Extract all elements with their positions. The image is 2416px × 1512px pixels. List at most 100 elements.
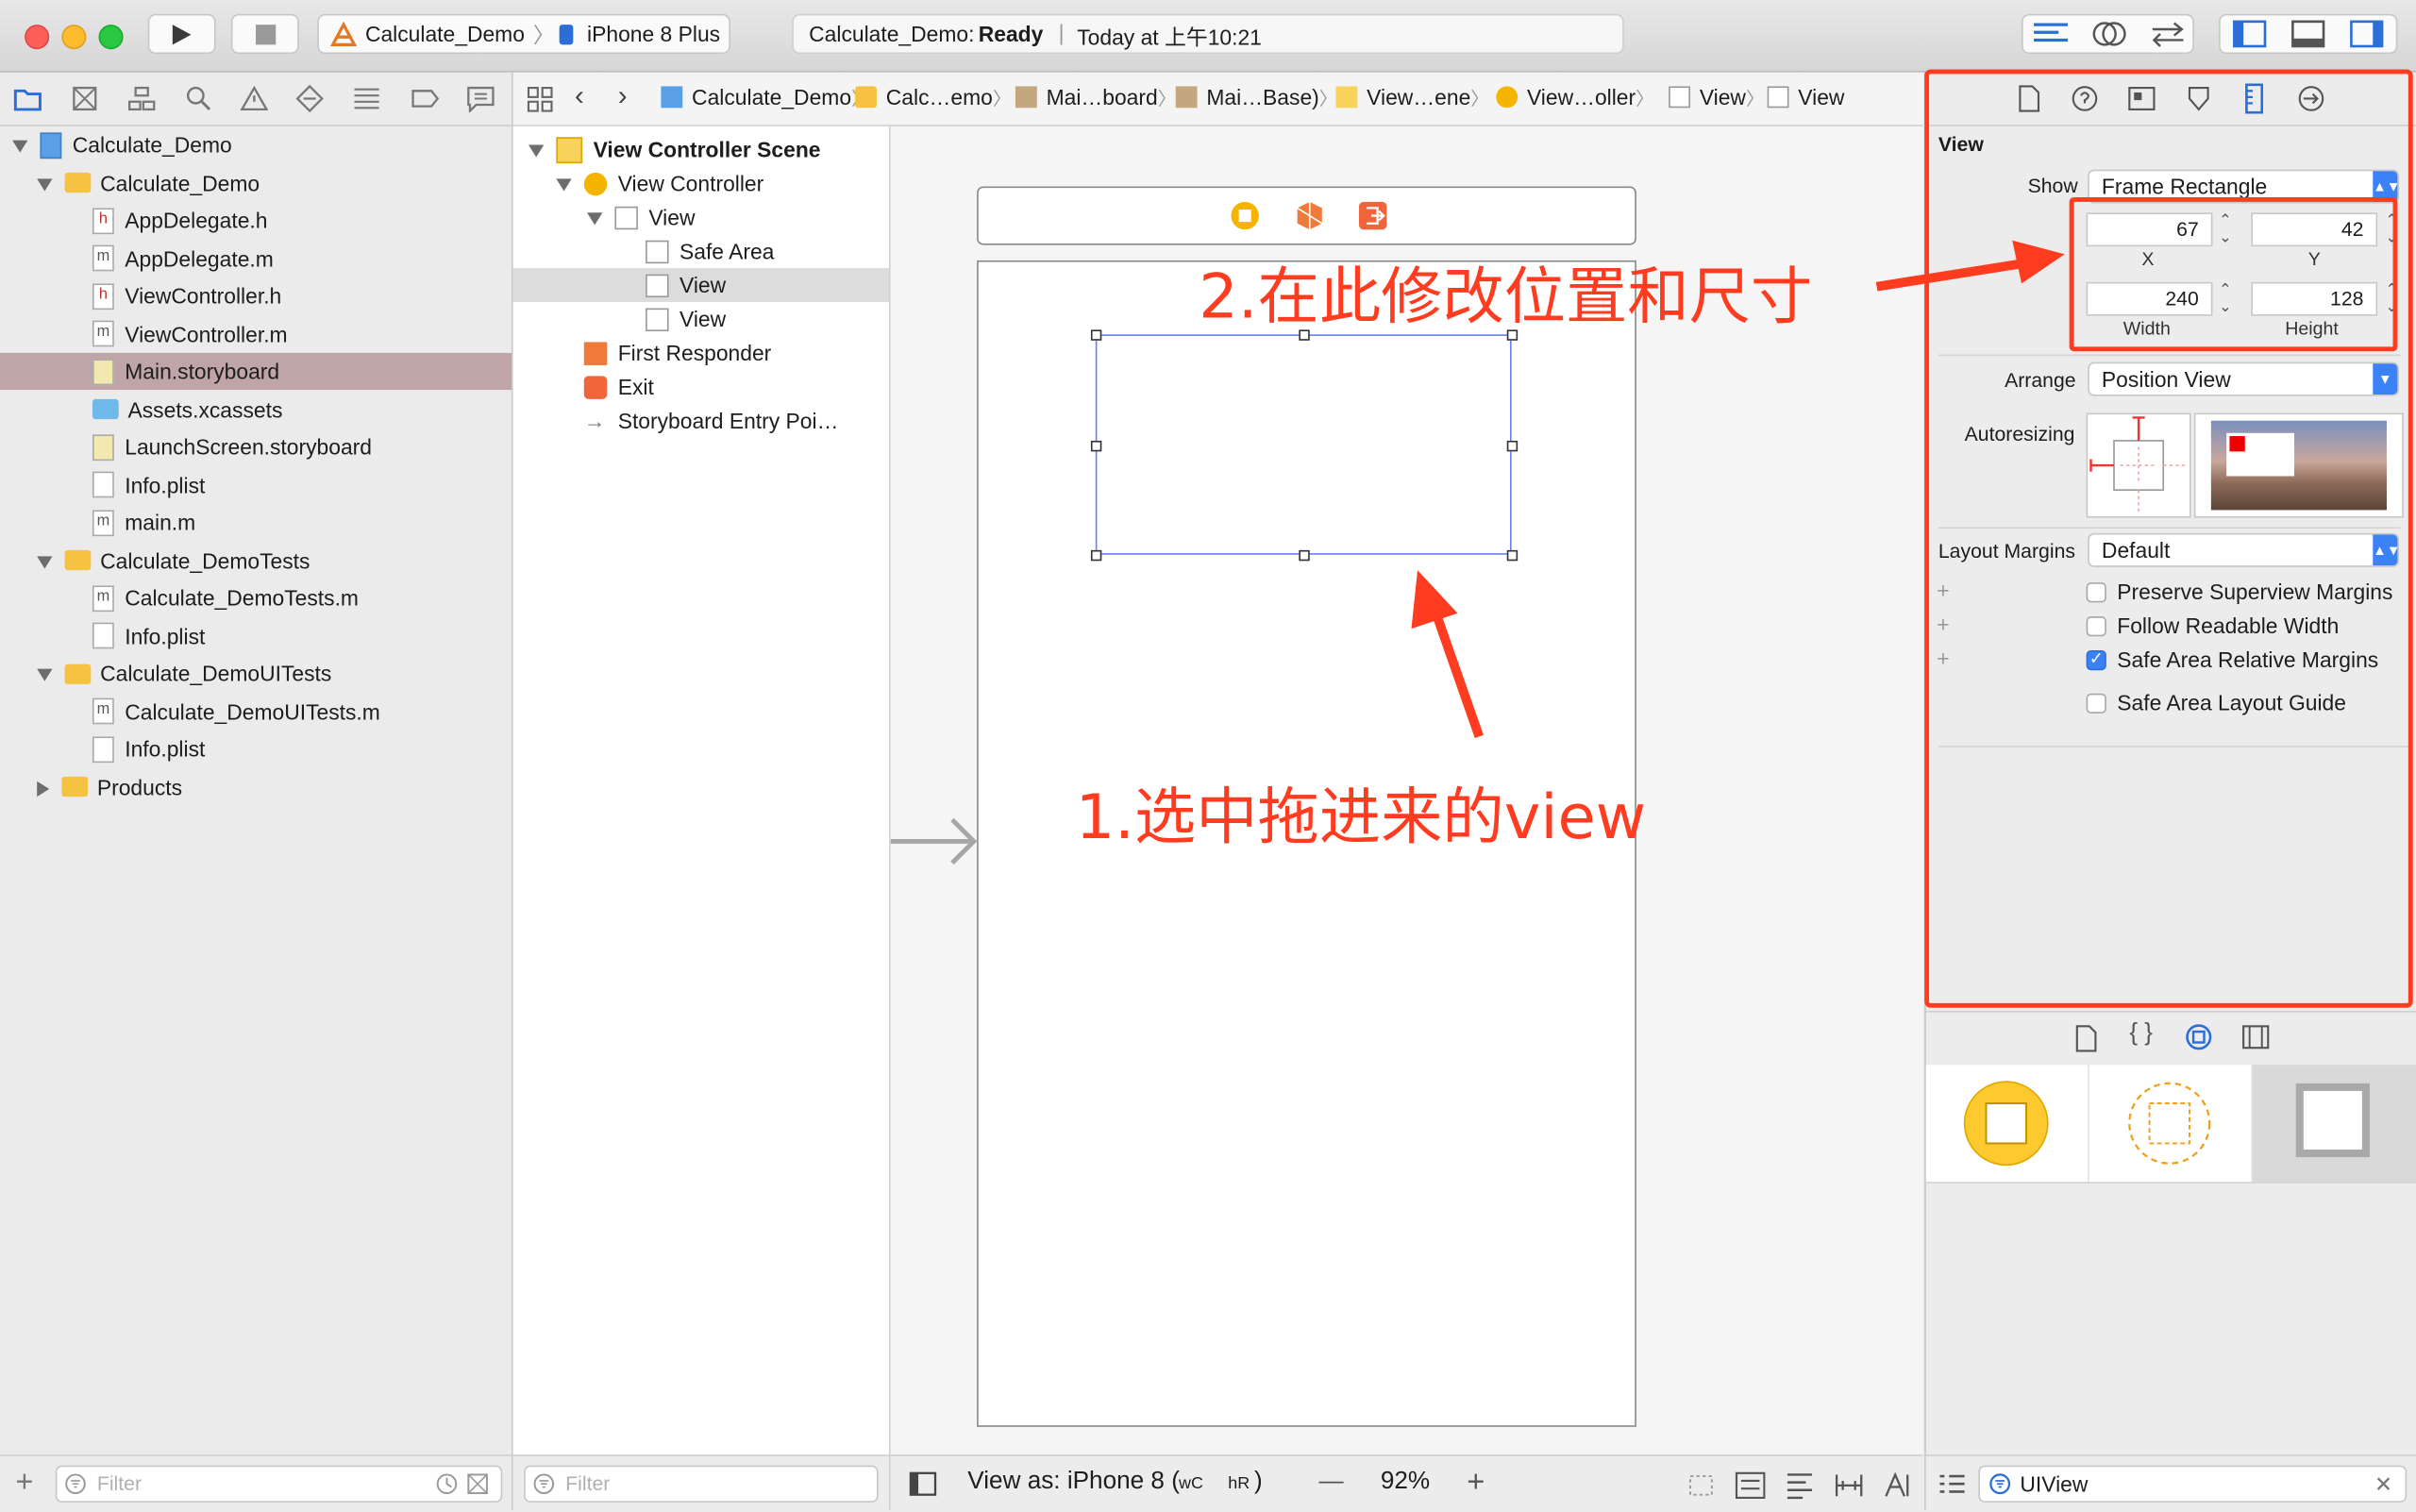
disclosure-open-icon[interactable]: [37, 178, 53, 192]
navigator-item[interactable]: Main.storyboard: [0, 352, 512, 391]
add-file-icon[interactable]: +: [15, 1466, 33, 1502]
disclosure-open-icon[interactable]: [37, 556, 53, 569]
outline-item[interactable]: View: [513, 302, 889, 336]
navigator-item[interactable]: Info.plist: [0, 617, 512, 654]
align-icon[interactable]: [1785, 1471, 1816, 1500]
resize-handle-bottom-left[interactable]: [1090, 549, 1102, 562]
code-snippet-library-icon[interactable]: { }: [2129, 1020, 2153, 1048]
breadcrumb-item[interactable]: Mai…board〉: [1015, 85, 1176, 111]
back-arrow-icon[interactable]: ‹: [575, 80, 584, 112]
assistant-editor-icon[interactable]: [2089, 19, 2129, 50]
search-icon[interactable]: [185, 85, 212, 112]
object-library-icon[interactable]: [2185, 1023, 2212, 1050]
resolve-issues-icon[interactable]: [1883, 1471, 1914, 1499]
outline-item[interactable]: Safe Area: [513, 234, 889, 268]
utilities-panel-toggle-icon[interactable]: [2348, 19, 2385, 50]
navigator-item[interactable]: Products: [0, 768, 512, 805]
library-item-view-controller[interactable]: [1926, 1065, 2089, 1183]
navigator-item[interactable]: m ViewController.m: [0, 315, 512, 352]
exit-icon[interactable]: [1357, 200, 1388, 231]
scheme-selector[interactable]: Calculate_Demo 〉 iPhone 8 Plus: [317, 13, 730, 55]
zoom-out-button[interactable]: —: [1319, 1469, 1344, 1496]
breadcrumb-item[interactable]: View…oller〉: [1496, 85, 1654, 111]
breadcrumb-item[interactable]: View…ene〉: [1335, 85, 1489, 111]
disclosure-closed-icon[interactable]: [37, 781, 50, 797]
file-template-library-icon[interactable]: [2074, 1025, 2099, 1052]
navigator-item[interactable]: Info.plist: [0, 466, 512, 503]
version-editor-icon[interactable]: [2148, 19, 2188, 50]
outline-item[interactable]: Exit: [513, 370, 889, 404]
outline-item[interactable]: First Responder: [513, 336, 889, 370]
media-library-icon[interactable]: [2242, 1025, 2270, 1050]
disclosure-open-icon[interactable]: [12, 141, 28, 154]
add-constraints-icon[interactable]: [1834, 1471, 1865, 1499]
zoom-in-button[interactable]: +: [1467, 1466, 1485, 1502]
outline-item[interactable]: View Controller Scene: [513, 132, 889, 166]
clear-search-icon[interactable]: ✕: [2374, 1467, 2392, 1501]
library-item-view[interactable]: [2252, 1065, 2416, 1183]
resize-handle-right[interactable]: [1506, 440, 1518, 452]
navigator-item[interactable]: Calculate_Demo: [0, 164, 512, 201]
source-control-filter-icon[interactable]: [467, 1473, 489, 1495]
run-button[interactable]: [147, 13, 216, 55]
test-navigator-icon[interactable]: [295, 84, 324, 113]
navigator-panel-toggle-icon[interactable]: [2231, 19, 2268, 50]
symbol-navigator-icon[interactable]: [126, 85, 158, 112]
outline-item[interactable]: → Storyboard Entry Poi…: [513, 404, 889, 438]
navigator-item[interactable]: m AppDelegate.m: [0, 240, 512, 277]
recent-files-icon[interactable]: [436, 1473, 458, 1495]
navigator-item[interactable]: Calculate_DemoUITests: [0, 655, 512, 692]
outline-filter-field[interactable]: Filter: [524, 1465, 879, 1503]
forward-arrow-icon[interactable]: ›: [618, 80, 628, 112]
disclosure-open-icon[interactable]: [528, 144, 545, 159]
breadcrumb-item[interactable]: View: [1767, 85, 1844, 110]
breadcrumb-item[interactable]: Calc…emo〉: [855, 85, 1011, 111]
outline-item[interactable]: View: [512, 268, 890, 302]
library-item-storyboard-reference[interactable]: [2089, 1065, 2253, 1183]
report-navigator-icon[interactable]: [465, 85, 496, 113]
source-control-icon[interactable]: [71, 85, 98, 112]
navigator-item[interactable]: h ViewController.h: [0, 277, 512, 314]
navigator-item[interactable]: LaunchScreen.storyboard: [0, 428, 512, 465]
toggle-outline-icon[interactable]: [909, 1471, 937, 1496]
resize-handle-left[interactable]: [1090, 440, 1102, 452]
navigator-item[interactable]: Calculate_DemoTests: [0, 542, 512, 579]
list-view-icon[interactable]: [1938, 1473, 1966, 1498]
debug-navigator-icon[interactable]: [351, 85, 382, 112]
disclosure-open-icon[interactable]: [587, 212, 603, 226]
resize-handle-bottom[interactable]: [1299, 549, 1310, 562]
debug-panel-toggle-icon[interactable]: [2290, 19, 2326, 50]
zoom-window-button[interactable]: [98, 25, 124, 50]
navigator-item[interactable]: Assets.xcassets: [0, 391, 512, 428]
breadcrumb-item[interactable]: Calculate_Demo〉: [661, 85, 870, 111]
library-filter-field[interactable]: UIView ✕: [1978, 1465, 2408, 1503]
update-frames-icon[interactable]: [1686, 1471, 1717, 1499]
navigator-filter-field[interactable]: Filter: [55, 1465, 503, 1503]
breadcrumb-item[interactable]: View〉: [1669, 85, 1765, 111]
outline-item[interactable]: View: [513, 200, 889, 234]
navigator-item[interactable]: h AppDelegate.h: [0, 202, 512, 239]
navigator-item[interactable]: m main.m: [0, 504, 512, 541]
navigator-item[interactable]: m Calculate_DemoTests.m: [0, 580, 512, 616]
navigator-item[interactable]: m Calculate_DemoUITests.m: [0, 693, 512, 730]
disclosure-open-icon[interactable]: [37, 669, 53, 682]
stop-button[interactable]: [230, 13, 299, 55]
standard-editor-icon[interactable]: [2031, 20, 2071, 47]
disclosure-open-icon[interactable]: [556, 178, 572, 192]
resize-handle-bottom-right[interactable]: [1506, 549, 1518, 562]
navigator-item[interactable]: Calculate_Demo: [0, 126, 512, 163]
resize-handle-top-left[interactable]: [1090, 329, 1102, 341]
related-items-icon[interactable]: [527, 86, 554, 113]
folder-navigator-icon[interactable]: [12, 85, 43, 112]
view-controller-icon[interactable]: [1230, 200, 1261, 231]
breakpoint-navigator-icon[interactable]: [410, 85, 441, 112]
navigator-item[interactable]: Info.plist: [0, 731, 512, 767]
breadcrumb-item[interactable]: Mai…Base)〉: [1175, 85, 1337, 111]
close-window-button[interactable]: [25, 25, 50, 50]
warning-icon[interactable]: [240, 85, 269, 112]
view-as-label[interactable]: View as: iPhone 8 (: [967, 1469, 1180, 1496]
minimize-window-button[interactable]: [61, 25, 87, 50]
selected-subview[interactable]: [1095, 334, 1512, 555]
embed-in-stack-icon[interactable]: [1735, 1471, 1766, 1499]
outline-item[interactable]: View Controller: [513, 166, 889, 200]
